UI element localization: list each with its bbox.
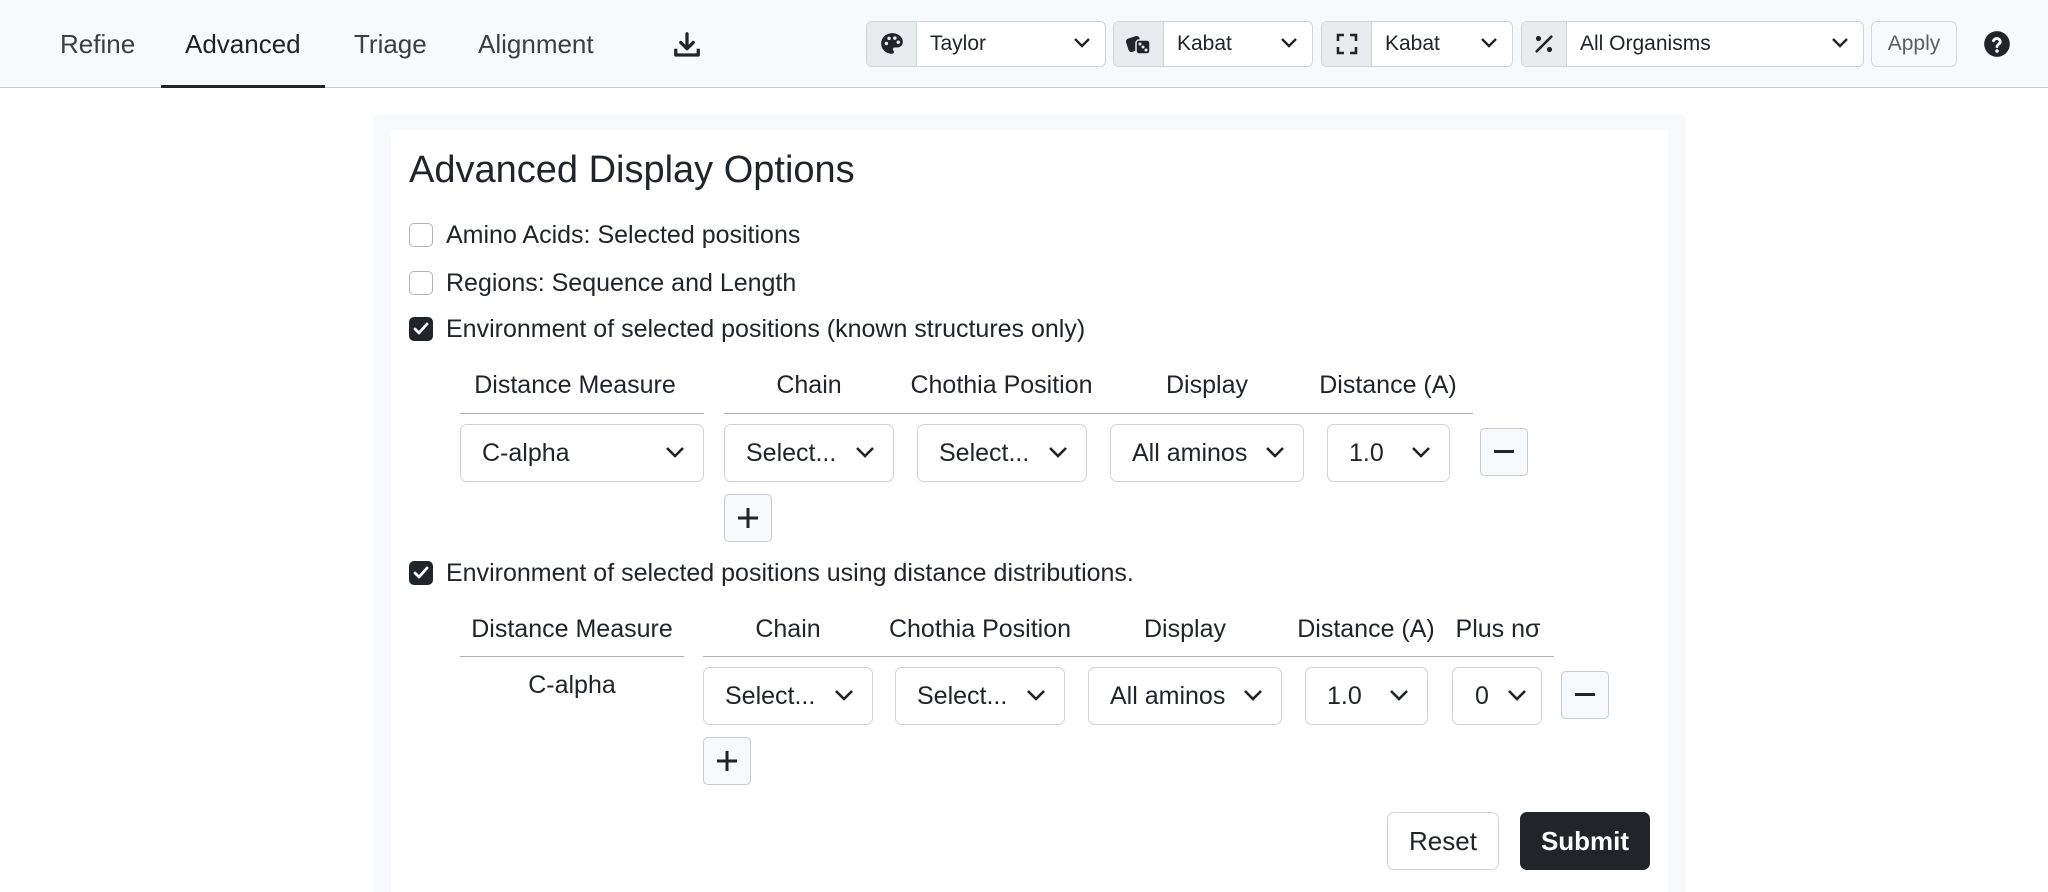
tab-advanced[interactable]: Advanced (161, 0, 325, 88)
minus-icon (1494, 450, 1514, 453)
minus-icon (1575, 693, 1595, 696)
numbering-scheme-control: Kabat (1113, 21, 1313, 67)
reset-button[interactable]: Reset (1387, 812, 1499, 870)
plus-icon (738, 508, 758, 528)
option-environment-known[interactable]: Environment of selected positions (known… (409, 314, 1085, 344)
col-distance: Distance (A) (1297, 615, 1435, 643)
col-display: Display (1166, 371, 1248, 399)
chevron-down-icon (1266, 447, 1284, 458)
download-icon[interactable] (672, 30, 702, 60)
region-definition-select[interactable]: Kabat (1372, 22, 1512, 66)
distance-select[interactable]: 1.0 (1305, 667, 1428, 725)
top-navbar: Refine Advanced Triage Alignment Taylor (0, 0, 2048, 88)
option-amino-acids[interactable]: Amino Acids: Selected positions (409, 220, 800, 250)
region-definition-control: Kabat (1321, 21, 1513, 67)
tab-triage[interactable]: Triage (354, 0, 427, 88)
header-divider (703, 656, 1554, 657)
chothia-position-select[interactable]: Select... (917, 424, 1087, 482)
plus-n-sigma-select[interactable]: 0 (1452, 667, 1542, 725)
color-scheme-control: Taylor (866, 21, 1106, 67)
chevron-down-icon (1412, 447, 1430, 458)
plus-icon (717, 751, 737, 771)
col-display: Display (1144, 615, 1226, 643)
col-chain: Chain (755, 615, 821, 643)
chevron-down-icon (1390, 690, 1408, 701)
chevron-down-icon (1832, 38, 1848, 48)
dice-icon (1114, 22, 1164, 66)
col-chothia-position: Chothia Position (910, 371, 1093, 399)
option-environment-distributions[interactable]: Environment of selected positions using … (409, 558, 1134, 588)
option-label: Regions: Sequence and Length (446, 268, 797, 297)
chevron-down-icon (1508, 690, 1526, 701)
col-distance: Distance (A) (1319, 371, 1457, 399)
tab-alignment[interactable]: Alignment (478, 0, 594, 88)
submit-button[interactable]: Submit (1520, 812, 1650, 870)
add-row-button[interactable] (724, 494, 772, 542)
question-circle-icon[interactable] (1983, 30, 2011, 58)
remove-row-button[interactable] (1561, 671, 1609, 719)
checkbox[interactable] (409, 271, 433, 295)
col-distance-measure: Distance Measure (474, 371, 676, 399)
option-label: Amino Acids: Selected positions (446, 220, 801, 249)
header-divider (460, 413, 704, 414)
chevron-down-icon (856, 447, 874, 458)
check-icon (413, 566, 429, 579)
chevron-down-icon (1281, 38, 1297, 48)
chain-select[interactable]: Select... (724, 424, 894, 482)
add-row-button[interactable] (703, 737, 751, 785)
header-divider (724, 413, 1473, 414)
apply-button[interactable]: Apply (1871, 21, 1957, 67)
col-plus-n-sigma: Plus nσ (1455, 615, 1541, 643)
chain-select[interactable]: Select... (703, 667, 873, 725)
remove-row-button[interactable] (1480, 428, 1528, 476)
check-icon (413, 322, 429, 335)
chevron-down-icon (1074, 38, 1090, 48)
chothia-position-select[interactable]: Select... (895, 667, 1065, 725)
distance-measure-select[interactable]: C-alpha (460, 424, 704, 482)
numbering-scheme-select[interactable]: Kabat (1164, 22, 1312, 66)
checkbox-checked[interactable] (409, 561, 433, 585)
organism-control: All Organisms (1521, 21, 1864, 67)
distance-select[interactable]: 1.0 (1327, 424, 1450, 482)
chevron-down-icon (835, 690, 853, 701)
option-label: Environment of selected positions using … (446, 558, 1134, 587)
col-distance-measure: Distance Measure (471, 615, 673, 643)
display-select[interactable]: All aminos (1110, 424, 1304, 482)
chevron-down-icon (666, 447, 684, 458)
checkbox-checked[interactable] (409, 317, 433, 341)
color-scheme-select[interactable]: Taylor (917, 22, 1105, 66)
chevron-down-icon (1049, 447, 1067, 458)
col-chothia-position: Chothia Position (888, 615, 1072, 643)
col-chain: Chain (776, 371, 842, 399)
percent-icon (1522, 22, 1567, 66)
option-label: Environment of selected positions (known… (446, 314, 1086, 343)
organism-select[interactable]: All Organisms (1567, 22, 1863, 66)
tab-refine[interactable]: Refine (60, 0, 135, 88)
expand-icon (1322, 22, 1372, 66)
display-select[interactable]: All aminos (1088, 667, 1282, 725)
chevron-down-icon (1244, 690, 1262, 701)
option-regions[interactable]: Regions: Sequence and Length (409, 268, 796, 298)
chevron-down-icon (1481, 38, 1497, 48)
chevron-down-icon (1027, 690, 1045, 701)
palette-icon (867, 22, 917, 66)
page-title: Advanced Display Options (409, 149, 855, 191)
header-divider (460, 656, 684, 657)
checkbox[interactable] (409, 223, 433, 247)
distance-measure-value: C-alpha (528, 671, 616, 699)
